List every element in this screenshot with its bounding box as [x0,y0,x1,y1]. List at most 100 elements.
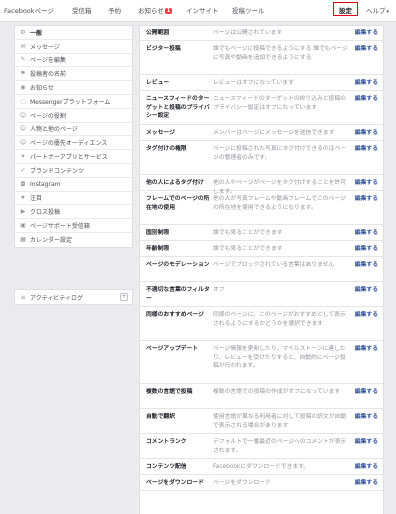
sidebar-item-label: ページサポート受信箱 [30,223,90,231]
setting-label: レビュー [146,80,170,86]
settings-row: ビジター投稿 誰でもページに投稿できるようにする 誰でもページに写真や動画を追加で… [140,42,383,75]
sidebar-item[interactable]: ✦ パートナーアプリとサービス [15,150,132,164]
settings-row: 同様のおすすめページ 同様のページに、このページがおすすめとして表示されるようにす… [140,308,383,341]
edit-link[interactable]: 編集する [355,129,378,138]
setting-label: 同様のおすすめページ [146,312,204,318]
edit-link[interactable]: 編集する [355,79,378,88]
setting-label: ニュースフィードのターゲットと投稿のプライバシー設定 [146,96,210,119]
nav-notifications[interactable]: お知らせ 1 [138,5,173,15]
setting-label: 公開範囲 [146,30,170,36]
edit-link[interactable]: 編集する [355,438,378,447]
sidebar-item[interactable]: ▣ ページサポート受信箱 [15,219,132,233]
edit-link[interactable]: 編集する [355,286,378,295]
sidebar-item-label: メッセージ [30,43,60,51]
setting-label: ビジター投稿 [146,46,181,52]
support-inbox-icon: ▣ [20,222,26,230]
add-icon[interactable]: + [120,293,128,301]
nav-notifications-label: お知らせ [138,7,164,15]
sidebar-item[interactable]: ◉ お知らせ [15,81,132,95]
sidebar-item-label: 一般 [30,29,43,37]
sidebar-item[interactable]: ☺ 人物と他のページ [15,123,132,137]
sidebar-item[interactable]: ◌ Messengerプラットフォーム [15,95,132,109]
settings-row: ページをダウンロード ページをダウンロード 編集する [140,476,383,491]
nav-inbox[interactable]: 受信箱 [72,5,92,15]
globe-icon: ◉ [20,84,26,92]
calendar-icon: ▦ [20,236,26,244]
setting-label: ページをダウンロード [146,480,204,486]
sidebar-item-label: お知らせ [30,85,54,93]
nav-publishing-tools[interactable]: 投稿ツール [232,5,265,15]
settings-row: 自動で翻訳 使用言語が異なる利用者に対して投稿の訳文が自動で表示される場合がありま… [140,410,383,434]
activity-log-item[interactable]: ≡ アクティビティログ + [14,289,133,305]
setting-value: 誰でもページに投稿できるようにする 誰でもページに写真や動画を追加できるようにす… [213,46,348,61]
edit-link[interactable]: 編集する [355,479,378,488]
settings-row: フレームでのページの所在地の使用 他の人が写真フレームや動画フレームでこのページの… [140,192,383,225]
setting-label: 他の人によるタグ付け [146,180,204,186]
nav-help[interactable]: ヘルプ▾ [366,5,389,15]
sidebar-item[interactable]: ⚑ 投稿者の名前 [15,67,132,82]
sidebar-item-label: パートナーアプリとサービス [30,154,108,162]
setting-value: ページに投稿された写真にタグ付けできるのはページの管理者のみです。 [213,146,347,161]
sidebar-item[interactable]: ▶ クロス投稿 [15,205,132,220]
settings-row: ページアップデート ページ情報を更新したり、マイルストーンに達したり、レビューを受… [140,342,383,384]
setting-value: オフ [213,287,225,293]
edit-link[interactable]: 編集する [355,29,378,38]
edit-link[interactable]: 編集する [355,95,378,104]
person-icon: ☺ [19,111,27,119]
edit-link[interactable]: 編集する [355,261,378,270]
settings-row: 国別制限 誰でも見ることができます 編集する [140,226,383,241]
edit-link[interactable]: 編集する [355,413,378,422]
nav-facebook-page[interactable]: Facebookページ [4,5,54,15]
nav-settings[interactable]: 設定 [333,2,358,16]
nav-insights[interactable]: インサイト [186,5,219,15]
messenger-icon: ◌ [20,97,26,105]
settings-row: 他の人によるタグ付け 他の人やページがページをタグ付けすることを許可します。 編集す… [140,176,383,195]
sidebar-item[interactable]: ☺ ページの役割 [15,109,132,123]
sidebar-item-label: Instagram [30,180,61,188]
setting-value: 他の人が写真フレームや動画フレームでこのページの所在地を使用できるようになります… [213,196,346,211]
sidebar-item[interactable]: ✓ ブランドコンテンツ [15,164,132,178]
sidebar-item[interactable]: ★ 注目 [15,192,132,206]
settings-row: コメントランク デフォルトで一番最近のページへのコメントが表示されます。 編集する [140,435,383,459]
edit-link[interactable]: 編集する [355,195,378,204]
setting-label: 複数の言語で投稿 [146,389,193,395]
edit-icon: ✎ [20,56,26,64]
edit-link[interactable]: 編集する [355,311,378,320]
settings-row: 複数の言語で投稿 複数の言語での投稿の作成がオフになっています 編集する [140,385,383,409]
settings-row: ページのモデレーション ページでブロックされている言葉はありません 編集する [140,258,383,282]
sidebar-item[interactable]: ◘ Instagram [15,178,132,192]
setting-label: コメントランク [146,439,187,445]
setting-label: ページのモデレーション [146,262,210,268]
edit-link[interactable]: 編集する [355,245,378,254]
sidebar-item-label: ページの優先オーディエンス [30,140,108,148]
setting-label: 国別制限 [146,230,170,236]
activity-log-icon: ≡ [20,293,26,301]
setting-label: フレームでのページの所在地の使用 [146,196,210,211]
setting-value: ページをダウンロード [213,480,271,486]
settings-row: 年齢制限 誰でも見ることができます 編集する [140,242,383,257]
sidebar-item[interactable]: ✎ ページを編集 [15,54,132,68]
setting-value: レビューはオフになっています [213,80,294,86]
edit-link[interactable]: 編集する [355,345,378,354]
edit-link[interactable]: 編集する [355,463,378,472]
settings-row: タグ付けの権限 ページに投稿された写真にタグ付けできるのはページの管理者のみです。… [140,142,383,175]
sidebar-item[interactable]: ☺ ページの優先オーディエンス [15,136,132,151]
sidebar-item[interactable]: ⚙ 一般 [15,26,132,40]
sidebar-item[interactable]: ▦ カレンダー設定 [15,233,132,247]
edit-link[interactable]: 編集する [355,45,378,54]
sidebar-item-label: 注目 [30,195,43,203]
star-icon: ★ [20,194,26,202]
settings-row: レビュー レビューはオフになっています 編集する [140,76,383,91]
edit-link[interactable]: 編集する [355,388,378,397]
edit-link[interactable]: 編集する [355,145,378,154]
settings-sidebar: ⚙ 一般 ✉ メッセージ ✎ ページを編集 ⚑ 投稿者の名前 ◉ お知らせ ◌ Messengerプラ… [14,25,133,248]
edit-link[interactable]: 編集する [355,229,378,238]
sidebar-item[interactable]: ✉ メッセージ [15,40,132,54]
settings-row: 公開範囲 ページは公開されています 編集する [140,26,383,41]
edit-link[interactable]: 編集する [355,179,378,188]
nav-scheduled[interactable]: 予約 [108,5,121,15]
settings-row: 不適切な言葉のフィルター オフ 編集する [140,283,383,307]
sidebar-item-label: カレンダー設定 [30,237,73,245]
setting-value: 使用言語が異なる利用者に対して投稿の訳文が自動で表示される場合があります [213,414,347,429]
settings-row: メッセージ メンバーはページにメッセージを送信できます 編集する [140,126,383,141]
